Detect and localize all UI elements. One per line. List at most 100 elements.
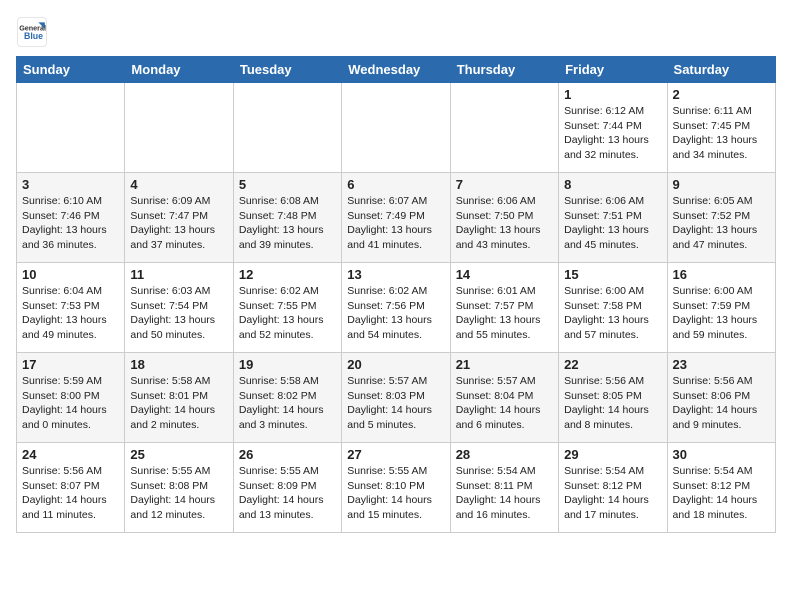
day-info: Sunrise: 6:01 AM Sunset: 7:57 PM Dayligh…	[456, 284, 553, 343]
day-number: 22	[564, 357, 661, 372]
day-info: Sunrise: 5:56 AM Sunset: 8:05 PM Dayligh…	[564, 374, 661, 433]
calendar-cell: 25 Sunrise: 5:55 AM Sunset: 8:08 PM Dayli…	[125, 443, 233, 533]
calendar-cell: 2 Sunrise: 6:11 AM Sunset: 7:45 PM Daylig…	[667, 83, 775, 173]
calendar-cell: 13Sunrise: 6:02 AM Sunset: 7:56 PM Dayli…	[342, 263, 450, 353]
day-info: Sunrise: 5:59 AM Sunset: 8:00 PM Dayligh…	[22, 374, 119, 433]
calendar-cell	[342, 83, 450, 173]
day-number: 30	[673, 447, 770, 462]
calendar-cell: 4 Sunrise: 6:09 AM Sunset: 7:47 PM Daylig…	[125, 173, 233, 263]
day-info: Sunrise: 5:55 AM Sunset: 8:10 PM Dayligh…	[347, 464, 444, 523]
calendar-cell: 20 Sunrise: 5:57 AM Sunset: 8:03 PM Dayli…	[342, 353, 450, 443]
calendar-cell: 18Sunrise: 5:58 AM Sunset: 8:01 PM Dayli…	[125, 353, 233, 443]
day-info: Sunrise: 5:57 AM Sunset: 8:03 PM Dayligh…	[347, 374, 444, 433]
day-of-week-header: Tuesday	[233, 57, 341, 83]
calendar-cell: 21 Sunrise: 5:57 AM Sunset: 8:04 PM Dayli…	[450, 353, 558, 443]
calendar-cell: 7 Sunrise: 6:06 AM Sunset: 7:50 PM Daylig…	[450, 173, 558, 263]
day-number: 27	[347, 447, 444, 462]
day-info: Sunrise: 6:04 AM Sunset: 7:53 PM Dayligh…	[22, 284, 119, 343]
day-number: 4	[130, 177, 227, 192]
day-number: 7	[456, 177, 553, 192]
day-info: Sunrise: 6:11 AM Sunset: 7:45 PM Dayligh…	[673, 104, 770, 163]
calendar-cell: 26 Sunrise: 5:55 AM Sunset: 8:09 PM Dayli…	[233, 443, 341, 533]
day-number: 17	[22, 357, 119, 372]
calendar-cell: 22 Sunrise: 5:56 AM Sunset: 8:05 PM Dayli…	[559, 353, 667, 443]
day-info: Sunrise: 6:08 AM Sunset: 7:48 PM Dayligh…	[239, 194, 336, 253]
day-info: Sunrise: 6:02 AM Sunset: 7:55 PM Dayligh…	[239, 284, 336, 343]
day-number: 16	[673, 267, 770, 282]
calendar-week-row: 1 Sunrise: 6:12 AM Sunset: 7:44 PM Daylig…	[17, 83, 776, 173]
day-number: 10	[22, 267, 119, 282]
calendar-cell: 6 Sunrise: 6:07 AM Sunset: 7:49 PM Daylig…	[342, 173, 450, 263]
day-of-week-header: Monday	[125, 57, 233, 83]
day-number: 25	[130, 447, 227, 462]
calendar-cell: 15 Sunrise: 6:00 AM Sunset: 7:58 PM Dayli…	[559, 263, 667, 353]
day-info: Sunrise: 5:55 AM Sunset: 8:08 PM Dayligh…	[130, 464, 227, 523]
day-info: Sunrise: 5:54 AM Sunset: 8:12 PM Dayligh…	[564, 464, 661, 523]
day-number: 8	[564, 177, 661, 192]
day-info: Sunrise: 5:56 AM Sunset: 8:07 PM Dayligh…	[22, 464, 119, 523]
calendar-cell: 1 Sunrise: 6:12 AM Sunset: 7:44 PM Daylig…	[559, 83, 667, 173]
day-number: 26	[239, 447, 336, 462]
calendar-cell: 24 Sunrise: 5:56 AM Sunset: 8:07 PM Dayli…	[17, 443, 125, 533]
calendar-cell: 27 Sunrise: 5:55 AM Sunset: 8:10 PM Dayli…	[342, 443, 450, 533]
day-info: Sunrise: 6:10 AM Sunset: 7:46 PM Dayligh…	[22, 194, 119, 253]
day-number: 28	[456, 447, 553, 462]
day-info: Sunrise: 6:07 AM Sunset: 7:49 PM Dayligh…	[347, 194, 444, 253]
calendar-week-row: 3 Sunrise: 6:10 AM Sunset: 7:46 PM Daylig…	[17, 173, 776, 263]
day-number: 14	[456, 267, 553, 282]
logo: General Blue	[16, 16, 48, 48]
day-info: Sunrise: 6:09 AM Sunset: 7:47 PM Dayligh…	[130, 194, 227, 253]
day-number: 1	[564, 87, 661, 102]
day-number: 6	[347, 177, 444, 192]
calendar-cell	[450, 83, 558, 173]
day-info: Sunrise: 5:56 AM Sunset: 8:06 PM Dayligh…	[673, 374, 770, 433]
calendar-cell: 19 Sunrise: 5:58 AM Sunset: 8:02 PM Dayli…	[233, 353, 341, 443]
svg-text:Blue: Blue	[24, 31, 43, 41]
day-number: 20	[347, 357, 444, 372]
day-of-week-header: Friday	[559, 57, 667, 83]
calendar-cell	[17, 83, 125, 173]
day-info: Sunrise: 6:03 AM Sunset: 7:54 PM Dayligh…	[130, 284, 227, 343]
calendar-cell: 9 Sunrise: 6:05 AM Sunset: 7:52 PM Daylig…	[667, 173, 775, 263]
calendar-week-row: 17 Sunrise: 5:59 AM Sunset: 8:00 PM Dayli…	[17, 353, 776, 443]
calendar-cell: 23 Sunrise: 5:56 AM Sunset: 8:06 PM Dayli…	[667, 353, 775, 443]
day-info: Sunrise: 5:57 AM Sunset: 8:04 PM Dayligh…	[456, 374, 553, 433]
day-number: 9	[673, 177, 770, 192]
day-number: 3	[22, 177, 119, 192]
day-info: Sunrise: 6:00 AM Sunset: 7:59 PM Dayligh…	[673, 284, 770, 343]
day-info: Sunrise: 6:05 AM Sunset: 7:52 PM Dayligh…	[673, 194, 770, 253]
day-number: 24	[22, 447, 119, 462]
calendar-cell: 5Sunrise: 6:08 AM Sunset: 7:48 PM Daylig…	[233, 173, 341, 263]
day-number: 2	[673, 87, 770, 102]
day-of-week-header: Wednesday	[342, 57, 450, 83]
calendar-cell: 11Sunrise: 6:03 AM Sunset: 7:54 PM Dayli…	[125, 263, 233, 353]
day-info: Sunrise: 6:12 AM Sunset: 7:44 PM Dayligh…	[564, 104, 661, 163]
day-number: 19	[239, 357, 336, 372]
day-of-week-header: Thursday	[450, 57, 558, 83]
day-number: 13	[347, 267, 444, 282]
page-header: General Blue	[16, 16, 776, 48]
calendar-cell: 3 Sunrise: 6:10 AM Sunset: 7:46 PM Daylig…	[17, 173, 125, 263]
day-of-week-header: Saturday	[667, 57, 775, 83]
calendar-cell: 29 Sunrise: 5:54 AM Sunset: 8:12 PM Dayli…	[559, 443, 667, 533]
calendar-week-row: 24 Sunrise: 5:56 AM Sunset: 8:07 PM Dayli…	[17, 443, 776, 533]
calendar-cell: 8Sunrise: 6:06 AM Sunset: 7:51 PM Daylig…	[559, 173, 667, 263]
day-info: Sunrise: 6:06 AM Sunset: 7:50 PM Dayligh…	[456, 194, 553, 253]
day-info: Sunrise: 6:00 AM Sunset: 7:58 PM Dayligh…	[564, 284, 661, 343]
calendar-cell: 17 Sunrise: 5:59 AM Sunset: 8:00 PM Dayli…	[17, 353, 125, 443]
calendar-cell: 10 Sunrise: 6:04 AM Sunset: 7:53 PM Dayli…	[17, 263, 125, 353]
day-number: 29	[564, 447, 661, 462]
day-info: Sunrise: 5:54 AM Sunset: 8:11 PM Dayligh…	[456, 464, 553, 523]
day-number: 18	[130, 357, 227, 372]
day-number: 12	[239, 267, 336, 282]
day-number: 23	[673, 357, 770, 372]
day-info: Sunrise: 5:54 AM Sunset: 8:12 PM Dayligh…	[673, 464, 770, 523]
day-number: 21	[456, 357, 553, 372]
calendar-header-row: SundayMondayTuesdayWednesdayThursdayFrid…	[17, 57, 776, 83]
calendar-cell: 14 Sunrise: 6:01 AM Sunset: 7:57 PM Dayli…	[450, 263, 558, 353]
calendar-table: SundayMondayTuesdayWednesdayThursdayFrid…	[16, 56, 776, 533]
calendar-cell	[125, 83, 233, 173]
day-number: 15	[564, 267, 661, 282]
day-info: Sunrise: 5:58 AM Sunset: 8:02 PM Dayligh…	[239, 374, 336, 433]
day-info: Sunrise: 5:55 AM Sunset: 8:09 PM Dayligh…	[239, 464, 336, 523]
